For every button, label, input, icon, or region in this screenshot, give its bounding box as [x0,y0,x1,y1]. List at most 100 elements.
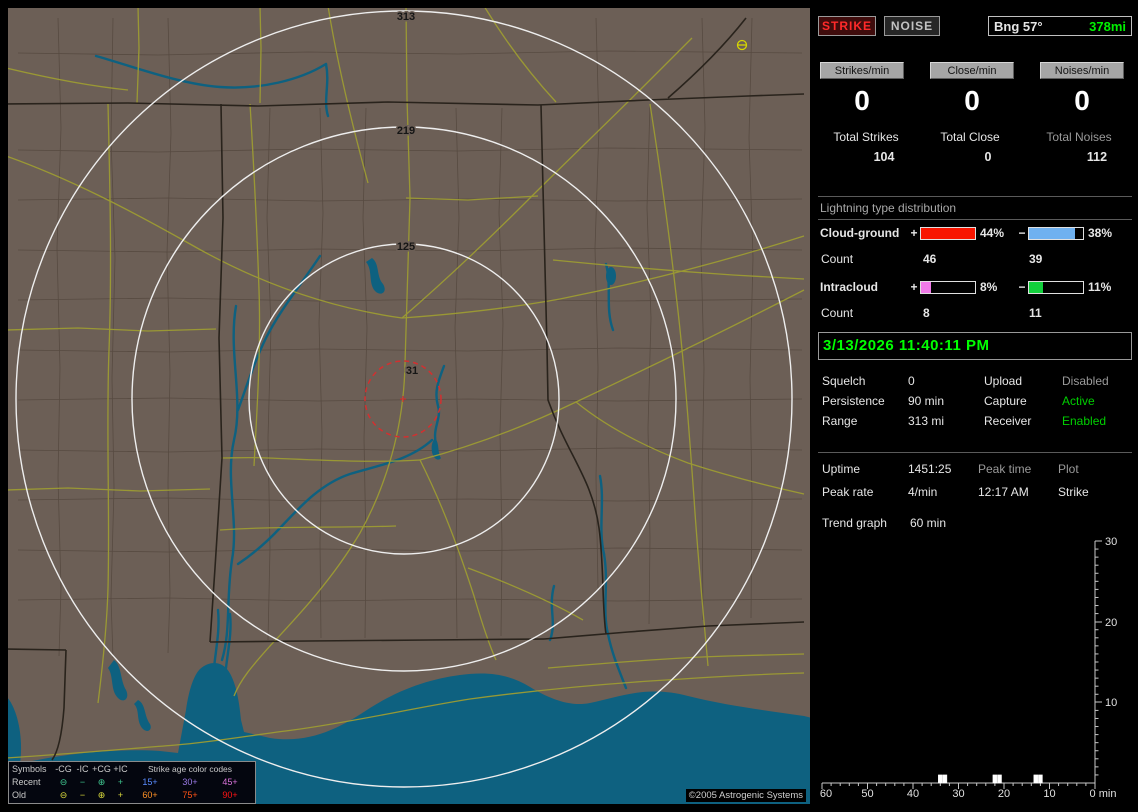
legend-neg-cg-header: -CG [55,764,72,774]
close-per-min-button[interactable]: Close/min [930,62,1014,79]
cloud-ground-label: Cloud-ground [820,226,900,240]
total-noises-value: 112 [1086,150,1108,164]
age-60-label: 60+ [142,790,158,800]
strikes-per-min-value: 0 [854,85,870,116]
squelch-label: Squelch [822,374,866,388]
pos-cg-bar [920,226,976,240]
divider [818,196,1132,197]
total-strikes-label: Total Strikes [833,130,899,144]
age-45-label: 45+ [222,777,238,787]
strike-button[interactable]: STRIKE [818,16,876,36]
pos-ic-symbol: + [117,790,124,800]
x-tick-label: 30 [952,788,964,800]
peak-rate-label: Peak rate [822,485,874,499]
cloud-ground-row: Cloud-ground + 44% − 38% [818,226,1132,240]
legend-symbols-header: Symbols [12,764,47,774]
neg-ic-symbol: − [79,777,86,787]
positive-sign: + [910,226,918,240]
receiver-label: Receiver [984,414,1032,428]
intracloud-count-row: Count 8 11 [818,306,1132,320]
settings-row: Persistence 90 min Capture Active [818,394,1132,410]
legend-age-header: Strike age color codes [147,764,233,774]
trend-graph: 60 50 40 30 20 10 0 min 30 20 10 [820,536,1117,800]
age-30-label: 30+ [182,777,198,787]
bearing-value: Bng 57° [994,18,1043,34]
age-75-label: 75+ [182,790,198,800]
cloud-ground-count-row: Count 46 39 [818,252,1132,266]
noise-button[interactable]: NOISE [884,16,940,36]
total-noises-label: Total Noises [1046,130,1112,144]
x-tick-label: 60 [820,788,832,800]
strikes-per-min-button[interactable]: Strikes/min [820,62,904,79]
neg-cg-symbol: ⊖ [59,777,68,787]
copyright-notice: ©2005 Astrogenic Systems [685,789,806,802]
negative-sign: − [1018,280,1026,294]
trend-bars [938,774,1043,784]
distribution-heading: Lightning type distribution [820,201,957,215]
peak-time-label: Peak time [978,462,1032,476]
peak-rate-value: 4/min [908,485,938,499]
neg-cg-count: 39 [1029,252,1043,266]
neg-cg-percent: 38% [1088,226,1113,240]
peak-time-value: 12:17 AM [978,485,1029,499]
uptime-label: Uptime [822,462,861,476]
pos-cg-symbol: ⊕ [97,777,106,787]
noises-per-min-value: 0 [1074,85,1090,116]
legend-neg-ic-header: -IC [76,764,89,774]
stats-row: Uptime 1451:25 Peak time Plot [818,462,1132,478]
pos-cg-count: 46 [923,252,937,266]
capture-status: Active [1062,394,1095,408]
totals-labels-row: Total Strikes Total Close Total Noises [818,130,1132,144]
negative-sign: − [1018,226,1026,240]
total-strikes-value: 104 [873,150,895,164]
trend-axes [821,540,1102,789]
pos-cg-symbol: ⊕ [97,790,106,800]
x-tick-label: 40 [907,788,919,800]
top-bar: STRIKE NOISE Bng 57° 378mi [818,16,1132,36]
neg-ic-count: 11 [1029,306,1042,320]
divider [818,452,1132,453]
map-legend: Symbols -CG -IC +CG +IC Strike age color… [8,761,256,804]
settings-row: Squelch 0 Upload Disabled [818,374,1132,390]
x-tick-label: 0 min [1090,788,1117,800]
plot-value: Strike [1058,485,1089,499]
count-label: Count [821,252,854,266]
squelch-value: 0 [908,374,915,388]
persistence-label: Persistence [822,394,885,408]
upload-status: Disabled [1062,374,1109,388]
range-ring-label: 313 [397,11,415,23]
trend-minor-ticks [830,548,1099,786]
neg-ic-percent: 11% [1088,280,1112,294]
capture-label: Capture [984,394,1027,408]
settings-row: Range 313 mi Receiver Enabled [818,414,1132,430]
neg-ic-symbol: − [79,790,86,800]
trend-window-value: 60 min [910,516,947,530]
map-display: 313 219 125 31 Symbols -CG -IC +CG +IC S… [8,8,810,804]
bearing-display: Bng 57° 378mi [988,16,1132,36]
datetime-display: 3/13/2026 11:40:11 PM [818,332,1132,360]
pos-ic-symbol: + [117,777,124,787]
positive-sign: + [910,280,918,294]
uptime-value: 1451:25 [908,462,952,476]
pos-ic-percent: 8% [980,280,998,294]
rates-row: Strikes/min Close/min Noises/min [820,62,1124,79]
total-close-label: Total Close [940,130,1000,144]
total-close-value: 0 [984,150,992,164]
intracloud-row: Intracloud + 8% − 11% [818,280,1132,294]
neg-cg-bar [1028,226,1084,240]
range-ring-label: 31 [406,365,418,377]
rates-values-row: 0 0 0 [820,85,1124,117]
persistence-value: 90 min [908,394,945,408]
age-15-label: 15+ [142,777,158,787]
y-tick-label: 30 [1105,536,1117,548]
pos-ic-bar [920,280,976,294]
trend-graph-label: Trend graph [822,516,887,530]
count-label: Count [821,306,854,320]
noises-per-min-button[interactable]: Noises/min [1040,62,1124,79]
intracloud-label: Intracloud [820,280,879,294]
legend-old-label: Old [12,790,27,800]
pos-cg-percent: 44% [980,226,1005,240]
neg-ic-bar [1028,280,1084,294]
age-90-label: 90+ [222,790,238,800]
map-canvas[interactable]: 313 219 125 31 [8,8,810,804]
